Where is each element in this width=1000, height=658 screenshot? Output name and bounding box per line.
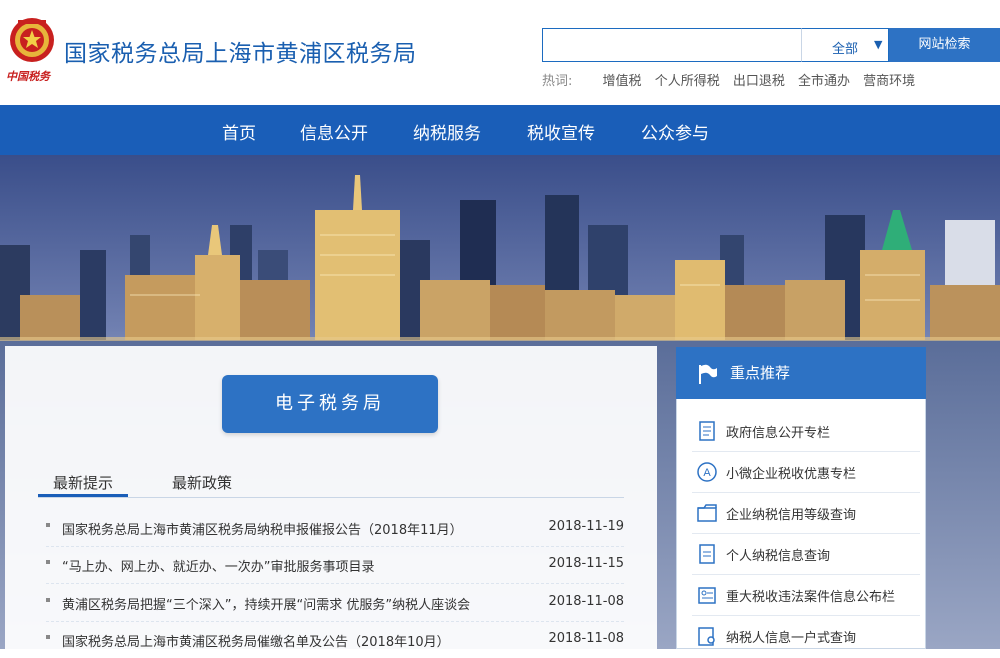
document-list-icon — [696, 420, 718, 442]
caret-down-icon: ▼ — [874, 38, 883, 51]
featured-panel-header: 重点推荐 — [676, 347, 926, 399]
personal-doc-icon — [696, 543, 718, 565]
header: 中国税务 国家税务总局上海市黄浦区税务局 全部 ▼ 网站检索 热词: 增值税 个… — [0, 0, 1000, 105]
bullet-icon — [46, 560, 50, 564]
featured-link[interactable]: 企业纳税信用等级查询 — [692, 492, 920, 534]
active-tab-indicator — [38, 494, 128, 497]
hotword-link[interactable]: 增值税 — [603, 74, 642, 89]
news-title[interactable]: 国家税务总局上海市黄浦区税务局纳税申报催报公告（2018年11月） — [62, 519, 463, 538]
search-scope-select[interactable]: 全部 ▼ — [801, 28, 889, 62]
e-tax-bureau-button[interactable]: 电子税务局 — [222, 375, 438, 433]
taxpayer-query-icon — [696, 625, 718, 647]
flag-icon — [696, 363, 718, 389]
hotword-link[interactable]: 全市通办 — [798, 74, 850, 89]
news-date: 2018-11-15 — [548, 556, 624, 571]
hotwords: 热词: 增值税 个人所得税 出口退税 全市通办 营商环境 — [542, 70, 924, 89]
news-date: 2018-11-19 — [548, 519, 624, 534]
hotword-link[interactable]: 个人所得税 — [655, 74, 720, 89]
hotwords-label: 热词: — [542, 74, 573, 89]
hotword-link[interactable]: 出口退税 — [733, 74, 785, 89]
tab-latest-tips[interactable]: 最新提示 — [53, 472, 113, 493]
news-item[interactable]: “马上办、网上办、就近办、一次办”审批服务事项目录 2018-11-15 — [46, 546, 624, 584]
featured-link-label[interactable]: 政府信息公开专栏 — [726, 422, 830, 441]
news-item[interactable]: 国家税务总局上海市黄浦区税务局纳税申报催报公告（2018年11月） 2018-1… — [46, 509, 624, 547]
tax-preference-icon: A — [696, 461, 718, 483]
nav-item-home[interactable]: 首页 — [222, 119, 256, 144]
news-date: 2018-11-08 — [548, 594, 624, 609]
credit-folder-icon — [696, 502, 718, 524]
news-date: 2018-11-08 — [548, 631, 624, 646]
news-title[interactable]: “马上办、网上办、就近办、一次办”审批服务事项目录 — [62, 556, 374, 575]
case-board-icon — [696, 584, 718, 606]
bullet-icon — [46, 523, 50, 527]
featured-link[interactable]: A 小微企业税收优惠专栏 — [692, 451, 920, 493]
logo-text: 中国税务 — [6, 70, 50, 83]
bullet-icon — [46, 635, 50, 639]
featured-link[interactable]: 纳税人信息一户式查询 — [692, 615, 920, 656]
featured-link-label[interactable]: 小微企业税收优惠专栏 — [726, 463, 856, 482]
news-title[interactable]: 国家税务总局上海市黄浦区税务局催缴名单及公告（2018年10月） — [62, 631, 450, 650]
tax-emblem-logo[interactable]: 中国税务 — [6, 14, 58, 84]
nav-item-tax-promotion[interactable]: 税收宣传 — [527, 119, 595, 144]
featured-link[interactable]: 重大税收违法案件信息公布栏 — [692, 574, 920, 616]
featured-link[interactable]: 个人纳税信息查询 — [692, 533, 920, 575]
bullet-icon — [46, 598, 50, 602]
nav-item-public-participation[interactable]: 公众参与 — [641, 119, 709, 144]
nav-item-tax-service[interactable]: 纳税服务 — [413, 119, 481, 144]
featured-link-label[interactable]: 重大税收违法案件信息公布栏 — [726, 586, 895, 605]
featured-link-label[interactable]: 企业纳税信用等级查询 — [726, 504, 856, 523]
search-input[interactable] — [542, 28, 802, 62]
news-title[interactable]: 黄浦区税务局把握“三个深入”，持续开展“问需求 优服务”纳税人座谈会 — [62, 594, 470, 613]
featured-link[interactable]: 政府信息公开专栏 — [692, 410, 920, 452]
search-scope-label: 全部 — [832, 42, 859, 57]
tab-latest-policies[interactable]: 最新政策 — [172, 472, 232, 493]
tabs-divider — [38, 497, 624, 498]
hotword-link[interactable]: 营商环境 — [863, 74, 915, 89]
main-nav: 首页 信息公开 纳税服务 税收宣传 公众参与 — [0, 105, 1000, 155]
news-item[interactable]: 黄浦区税务局把握“三个深入”，持续开展“问需求 优服务”纳税人座谈会 2018-… — [46, 584, 624, 622]
news-item[interactable]: 国家税务总局上海市黄浦区税务局催缴名单及公告（2018年10月） 2018-11… — [46, 621, 624, 658]
featured-link-label[interactable]: 个人纳税信息查询 — [726, 545, 830, 564]
search-button[interactable]: 网站检索 — [889, 28, 1000, 62]
site-title[interactable]: 国家税务总局上海市黄浦区税务局 — [64, 34, 417, 68]
svg-text:A: A — [703, 467, 711, 479]
nav-item-info-disclosure[interactable]: 信息公开 — [300, 119, 368, 144]
featured-panel-title: 重点推荐 — [730, 364, 791, 382]
featured-link-label[interactable]: 纳税人信息一户式查询 — [726, 627, 856, 646]
